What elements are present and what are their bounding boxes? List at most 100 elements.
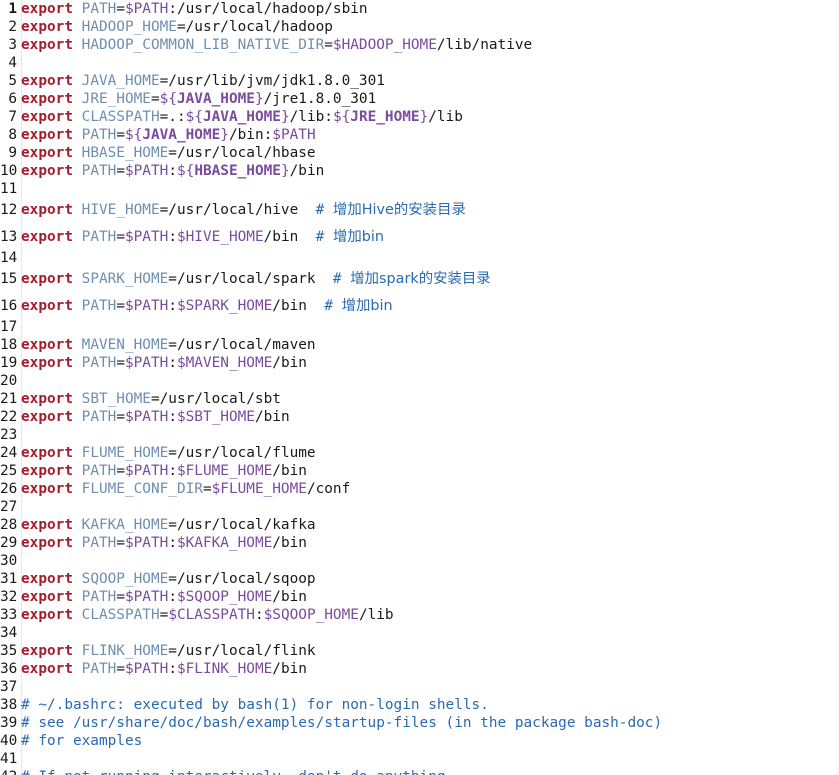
code-line[interactable]: 34 <box>0 624 21 642</box>
code-line[interactable]: 42# If not running interactively, don't … <box>0 768 446 775</box>
code-line[interactable]: 1 export PATH=$PATH:/usr/local/hadoop/sbi… <box>0 0 367 18</box>
comment-text-token: 增加bin <box>341 298 393 314</box>
code-line[interactable]: 25 export PATH=$PATH:$FLUME_HOME/bin <box>0 462 307 480</box>
line-number: 14 <box>0 250 18 266</box>
line-number: 38 <box>0 697 18 713</box>
text-token: =/usr/local/sbt <box>150 391 281 407</box>
expansion-token: $PATH <box>124 463 169 479</box>
line-number: 16 <box>0 298 18 314</box>
line-number: 20 <box>0 373 18 389</box>
keyword-token: export <box>21 271 73 287</box>
variable-name-token: PATH <box>81 661 117 677</box>
line-number: 22 <box>0 409 18 425</box>
line-code: export PATH=$PATH:$SQOOP_HOME/bin <box>21 589 307 605</box>
text-token: =/usr/local/hbase <box>168 145 316 161</box>
code-line[interactable]: 5 export JAVA_HOME=/usr/lib/jvm/jdk1.8.0_… <box>0 72 385 90</box>
code-line[interactable]: 36 export PATH=$PATH:$FLINK_HOME/bin <box>0 660 307 678</box>
code-line[interactable]: 19 export PATH=$PATH:$MAVEN_HOME/bin <box>0 354 307 372</box>
text-token: =/usr/local/sqoop <box>168 571 316 587</box>
line-number: 12 <box>0 202 18 218</box>
line-number: 27 <box>0 499 18 515</box>
code-line[interactable]: 41 <box>0 750 21 768</box>
text-token: =/usr/local/kafka <box>168 517 316 533</box>
code-line[interactable]: 24 export FLUME_HOME=/usr/local/flume <box>0 444 316 462</box>
line-code: export JRE_HOME=${JAVA_HOME}/jre1.8.0_30… <box>21 91 376 107</box>
code-line[interactable]: 39 # see /usr/share/doc/bash/examples/sta… <box>0 714 662 732</box>
code-line[interactable]: 22 export PATH=$PATH:$SBT_HOME/bin <box>0 408 290 426</box>
code-line[interactable]: 31 export SQOOP_HOME=/usr/local/sqoop <box>0 570 316 588</box>
keyword-token: export <box>21 37 73 53</box>
code-line[interactable]: 18 export MAVEN_HOME=/usr/local/maven <box>0 336 316 354</box>
code-line[interactable]: 14 <box>0 249 21 267</box>
text-token: = <box>116 409 125 425</box>
code-line[interactable]: 9 export HBASE_HOME=/usr/local/hbase <box>0 144 316 162</box>
text-token: : <box>168 589 177 605</box>
keyword-token: export <box>21 127 73 143</box>
comment-token: # <box>324 298 342 314</box>
line-code: # If not running interactively, don't do… <box>21 769 446 775</box>
expansion-name-token: HBASE_HOME <box>194 163 281 179</box>
line-code: export KAFKA_HOME=/usr/local/kafka <box>21 517 316 533</box>
text-token: =/usr/local/flink <box>168 643 316 659</box>
code-line[interactable]: 20 <box>0 372 21 390</box>
expansion-token: $PATH <box>124 229 169 245</box>
code-line[interactable]: 23 <box>0 426 21 444</box>
code-line[interactable]: 13 export PATH=$PATH:$HIVE_HOME/bin # 增加b… <box>0 228 384 246</box>
comment-token: # <box>315 202 333 218</box>
code-line[interactable]: 21 export SBT_HOME=/usr/local/sbt <box>0 390 281 408</box>
code-editor[interactable]: 1 export PATH=$PATH:/usr/local/hadoop/sbi… <box>0 0 839 775</box>
code-line[interactable]: 32 export PATH=$PATH:$SQOOP_HOME/bin <box>0 588 307 606</box>
keyword-token: export <box>21 607 73 623</box>
code-line[interactable]: 28 export KAFKA_HOME=/usr/local/kafka <box>0 516 316 534</box>
code-line[interactable]: 3 export HADOOP_COMMON_LIB_NATIVE_DIR=$HA… <box>0 36 532 54</box>
expansion-name-token: JAVA_HOME <box>142 127 221 143</box>
code-line[interactable]: 2 export HADOOP_HOME=/usr/local/hadoop <box>0 18 333 36</box>
line-number: 39 <box>0 715 18 731</box>
line-code: export JAVA_HOME=/usr/lib/jvm/jdk1.8.0_3… <box>21 73 385 89</box>
line-number: 28 <box>0 517 18 533</box>
expansion-token: $PATH <box>124 661 169 677</box>
code-line[interactable]: 40 # for examples <box>0 732 142 750</box>
text-token: = <box>116 589 125 605</box>
code-line[interactable]: 30 <box>0 552 21 570</box>
code-line[interactable]: 8 export PATH=${JAVA_HOME}/bin:$PATH <box>0 126 315 144</box>
variable-name-token: PATH <box>81 355 117 371</box>
code-line[interactable]: 26 export FLUME_CONF_DIR=$FLUME_HOME/conf <box>0 480 350 498</box>
expansion-token: ${ <box>159 91 177 107</box>
code-line[interactable]: 33 export CLASSPATH=$CLASSPATH:$SQOOP_HOM… <box>0 606 394 624</box>
text-token: /bin <box>272 298 325 314</box>
line-number: 6 <box>8 91 17 107</box>
code-line[interactable]: 17 <box>0 318 21 336</box>
line-number: 15 <box>0 271 18 287</box>
code-line[interactable]: 15 export SPARK_HOME=/usr/local/spark # 增… <box>0 270 491 288</box>
code-line[interactable]: 12 export HIVE_HOME=/usr/local/hive # 增加H… <box>0 201 466 219</box>
expansion-token: $SPARK_HOME <box>176 298 273 314</box>
text-token: =/usr/local/hadoop <box>176 19 333 35</box>
code-line[interactable]: 7 export CLASSPATH=.:${JAVA_HOME}/lib:${J… <box>0 108 463 126</box>
code-line[interactable]: 11 <box>0 180 21 198</box>
code-line[interactable]: 37 <box>0 678 21 696</box>
text-token: = <box>202 481 212 497</box>
line-code: export PATH=$PATH:$SPARK_HOME/bin # 增加bi… <box>21 298 393 314</box>
line-number: 13 <box>0 229 18 245</box>
variable-name-token: PATH <box>81 589 117 605</box>
keyword-token: export <box>21 202 73 218</box>
code-line[interactable]: 29 export PATH=$PATH:$KAFKA_HOME/bin <box>0 534 307 552</box>
code-line[interactable]: 16 export PATH=$PATH:$SPARK_HOME/bin # 增加… <box>0 297 393 315</box>
code-line[interactable]: 35 export FLINK_HOME=/usr/local/flink <box>0 642 316 660</box>
keyword-token: export <box>21 109 73 125</box>
code-line[interactable]: 10 export PATH=$PATH:${HBASE_HOME}/bin <box>0 162 324 180</box>
code-line[interactable]: 27 <box>0 498 21 516</box>
expansion-name-token: JAVA_HOME <box>176 91 255 107</box>
code-line[interactable]: 6 export JRE_HOME=${JAVA_HOME}/jre1.8.0_3… <box>0 90 376 108</box>
code-line[interactable]: 4 <box>0 54 21 72</box>
code-line[interactable]: 38 # ~/.bashrc: executed by bash(1) for n… <box>0 696 489 714</box>
expansion-token: $SBT_HOME <box>176 409 255 425</box>
keyword-token: export <box>21 463 73 479</box>
